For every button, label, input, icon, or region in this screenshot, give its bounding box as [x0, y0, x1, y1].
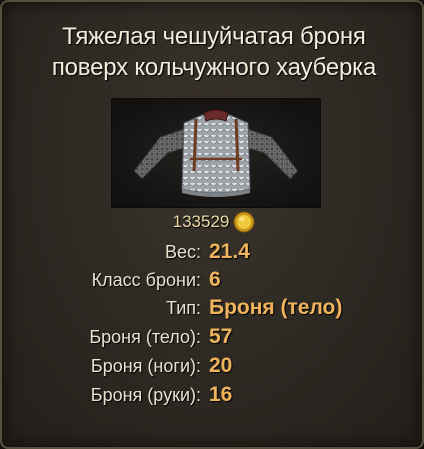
stat-label: Броня (руки):	[90, 385, 201, 405]
stat-arm-armor: Броня (руки): 16	[2, 381, 424, 411]
stat-label: Броня (ноги):	[90, 356, 201, 376]
gold-coin-icon	[233, 211, 255, 233]
stat-value: 57	[209, 325, 233, 348]
stat-value: 16	[209, 383, 233, 406]
stat-label: Броня (тело):	[89, 327, 201, 347]
stat-label: Вес:	[164, 242, 201, 262]
stat-weight: Вес: 21.4	[2, 238, 424, 268]
item-title-line-2: поверх кольчужного хауберка	[51, 54, 377, 81]
price-row: 133529	[2, 211, 424, 233]
stat-value: 21.4	[209, 240, 250, 263]
item-tooltip: Тяжелая чешуйчатая броня поверх кольчужн…	[0, 0, 424, 449]
stat-value: 6	[209, 268, 221, 291]
armor-item-image	[111, 98, 321, 208]
stat-label: Тип:	[165, 298, 201, 318]
item-title-line-1: Тяжелая чешуйчатая броня	[62, 23, 366, 50]
stat-type: Тип: Броня (тело)	[2, 294, 424, 324]
price-value: 133529	[172, 212, 230, 231]
stat-armor-class: Класс брони: 6	[2, 266, 424, 296]
stat-leg-armor: Броня (ноги): 20	[2, 352, 424, 382]
stat-value: Броня (тело)	[209, 296, 343, 319]
stat-label: Класс брони:	[91, 270, 201, 290]
armor-icon	[112, 99, 320, 207]
stat-value: 20	[209, 354, 233, 377]
stat-body-armor: Броня (тело): 57	[2, 323, 424, 353]
